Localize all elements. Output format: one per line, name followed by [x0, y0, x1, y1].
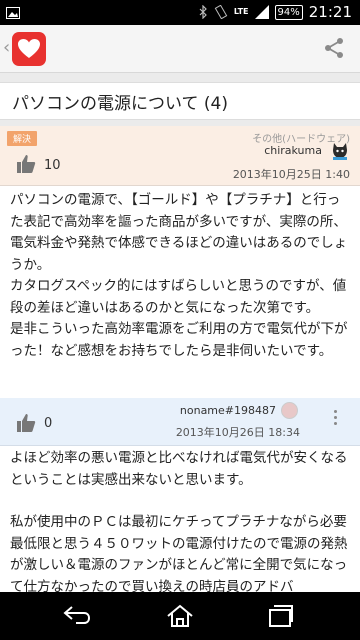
- back-icon[interactable]: [62, 604, 92, 626]
- chevron-left-icon[interactable]: ‹: [3, 37, 10, 58]
- post-paragraph: よほど効率の悪い電源と比べなければ電気代が安くなるということは実感出来ないと思い…: [10, 450, 348, 488]
- vibrate-icon: [214, 5, 228, 19]
- thread-title-card: パソコンの電源について (4): [0, 82, 360, 120]
- avatar[interactable]: [281, 402, 298, 419]
- post-text: パソコンの電源で、【ゴールド】や【プラチナ】と行った表記で高効率を謳った商品が多…: [10, 192, 348, 359]
- more-options-icon[interactable]: [334, 410, 337, 425]
- recents-icon[interactable]: [268, 604, 294, 628]
- post-date: 2013年10月25日 1:40: [232, 168, 350, 181]
- answer-post: 0 noname#198487 2013年10月26日 18:34 よほど効率の…: [0, 398, 360, 592]
- battery-icon: 94%: [274, 4, 303, 20]
- heart-icon[interactable]: [12, 32, 46, 66]
- bluetooth-icon: [199, 5, 207, 19]
- navigation-bar: [0, 592, 360, 640]
- post-body: よほど効率の悪い電源と比べなければ電気代が安くなるということは実感出来ないと思い…: [10, 448, 352, 592]
- home-icon[interactable]: [166, 604, 194, 628]
- post-date: 2013年10月26日 18:34: [175, 426, 300, 439]
- clock: 21:21: [308, 3, 352, 21]
- like-count: 10: [44, 158, 61, 173]
- user-name[interactable]: chirakuma: [264, 144, 322, 157]
- app-bar: ‹: [0, 25, 360, 73]
- thumbs-up-icon[interactable]: [16, 413, 36, 433]
- avatar[interactable]: [330, 141, 350, 161]
- user-name[interactable]: noname#198487: [180, 404, 276, 417]
- thread-content[interactable]: パソコンの電源について (4) 解決 その他(ハードウェア) 10 chirak…: [0, 73, 360, 592]
- post-paragraph: 私が使用中のＰＣは最初にケチってプラチナながら必要最低限と思う４５０ワットの電源…: [10, 514, 348, 592]
- status-bar: LTE 94% 21:21: [0, 0, 360, 25]
- status-badge: 解決: [7, 131, 38, 146]
- thread-title: パソコンの電源について (4): [12, 94, 228, 114]
- thumbs-up-icon[interactable]: [16, 154, 36, 174]
- post-body: パソコンの電源で、【ゴールド】や【プラチナ】と行った表記で高効率を謳った商品が多…: [10, 190, 352, 362]
- image-icon: [6, 5, 20, 24]
- signal-icon: [254, 5, 269, 19]
- post-meta: 解決 その他(ハードウェア) 10 chirakuma 2013年10月25日 …: [0, 126, 360, 186]
- post-meta: 0 noname#198487 2013年10月26日 18:34: [0, 398, 360, 446]
- network-type: LTE: [233, 7, 249, 16]
- share-icon[interactable]: [322, 36, 346, 64]
- like-count: 0: [44, 416, 53, 431]
